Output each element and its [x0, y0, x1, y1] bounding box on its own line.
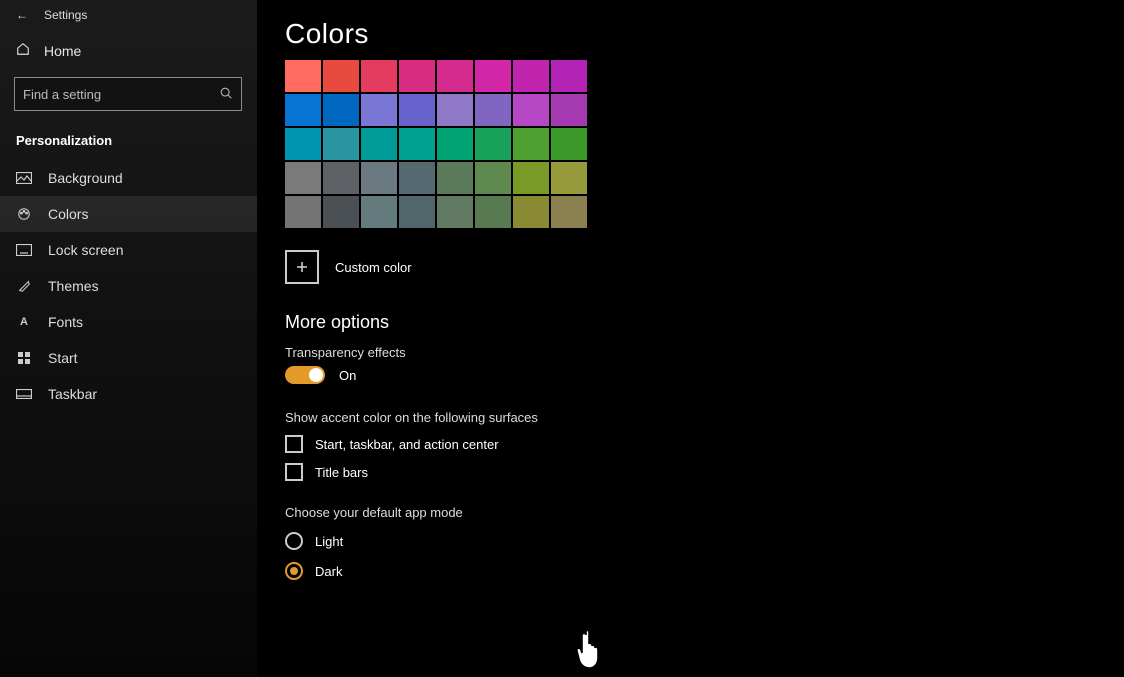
color-swatch[interactable]	[361, 60, 397, 92]
transparency-label: Transparency effects	[285, 345, 1124, 360]
app-mode-label: Choose your default app mode	[285, 505, 1124, 520]
app-title: Settings	[44, 8, 87, 22]
search-placeholder: Find a setting	[23, 87, 219, 102]
color-swatch[interactable]	[475, 94, 511, 126]
sidebar-item-fonts[interactable]: A Fonts	[0, 304, 257, 340]
color-swatch[interactable]	[437, 196, 473, 228]
sidebar-item-lockscreen[interactable]: Lock screen	[0, 232, 257, 268]
home-nav[interactable]: Home	[0, 34, 257, 77]
sidebar: ← Settings Home Find a setting Personali…	[0, 0, 257, 677]
radio-icon	[285, 532, 303, 550]
color-swatch[interactable]	[513, 94, 549, 126]
color-swatch[interactable]	[285, 162, 321, 194]
custom-color-button[interactable]	[285, 250, 319, 284]
home-label: Home	[44, 43, 81, 59]
sidebar-item-start[interactable]: Start	[0, 340, 257, 376]
color-swatch[interactable]	[399, 128, 435, 160]
color-swatch[interactable]	[399, 196, 435, 228]
color-swatch[interactable]	[513, 128, 549, 160]
lockscreen-icon	[16, 242, 32, 258]
back-icon[interactable]: ←	[16, 8, 28, 22]
radio-icon	[285, 562, 303, 580]
fonts-icon: A	[16, 314, 32, 330]
sidebar-item-label: Colors	[48, 206, 88, 222]
custom-color-label: Custom color	[335, 260, 412, 275]
color-swatch[interactable]	[475, 196, 511, 228]
app-mode-radio-dark[interactable]: Dark	[285, 562, 1124, 580]
color-swatch[interactable]	[399, 162, 435, 194]
search-icon	[219, 86, 233, 103]
themes-icon	[16, 278, 32, 294]
color-swatch[interactable]	[323, 128, 359, 160]
accent-checkbox-titlebars[interactable]: Title bars	[285, 463, 1124, 481]
color-swatch[interactable]	[361, 94, 397, 126]
color-swatch[interactable]	[285, 196, 321, 228]
sidebar-item-label: Start	[48, 350, 78, 366]
color-swatch[interactable]	[285, 60, 321, 92]
color-swatch[interactable]	[551, 94, 587, 126]
color-swatch[interactable]	[551, 196, 587, 228]
color-swatch[interactable]	[361, 196, 397, 228]
color-swatch[interactable]	[399, 94, 435, 126]
sidebar-item-colors[interactable]: Colors	[0, 196, 257, 232]
transparency-state: On	[339, 368, 356, 383]
color-swatch[interactable]	[437, 128, 473, 160]
search-input[interactable]: Find a setting	[14, 77, 242, 111]
color-swatch[interactable]	[285, 94, 321, 126]
color-swatch[interactable]	[437, 162, 473, 194]
color-swatch[interactable]	[361, 162, 397, 194]
color-swatch[interactable]	[513, 162, 549, 194]
color-swatch-grid	[285, 60, 1124, 228]
home-icon	[16, 42, 30, 59]
sidebar-item-background[interactable]: Background	[0, 160, 257, 196]
main-content: Colors Custom color More options Transpa…	[257, 0, 1124, 677]
sidebar-item-themes[interactable]: Themes	[0, 268, 257, 304]
checkbox-label: Title bars	[315, 465, 368, 480]
nav-list: Background Colors Lock screen Themes A F…	[0, 160, 257, 412]
background-icon	[16, 170, 32, 186]
color-swatch[interactable]	[323, 162, 359, 194]
sidebar-item-label: Fonts	[48, 314, 83, 330]
color-swatch[interactable]	[475, 60, 511, 92]
checkbox-icon	[285, 435, 303, 453]
sidebar-item-label: Background	[48, 170, 123, 186]
app-mode-radio-light[interactable]: Light	[285, 532, 1124, 550]
accent-surfaces-label: Show accent color on the following surfa…	[285, 410, 1124, 425]
color-swatch[interactable]	[513, 196, 549, 228]
color-swatch[interactable]	[323, 94, 359, 126]
page-title: Colors	[285, 18, 1124, 50]
colors-icon	[16, 206, 32, 222]
color-swatch[interactable]	[285, 128, 321, 160]
start-icon	[16, 350, 32, 366]
color-swatch[interactable]	[323, 196, 359, 228]
color-swatch[interactable]	[399, 60, 435, 92]
sidebar-item-label: Themes	[48, 278, 99, 294]
radio-label: Dark	[315, 564, 342, 579]
color-swatch[interactable]	[323, 60, 359, 92]
more-options-header: More options	[285, 312, 1124, 333]
color-swatch[interactable]	[437, 60, 473, 92]
checkbox-icon	[285, 463, 303, 481]
color-swatch[interactable]	[551, 128, 587, 160]
color-swatch[interactable]	[475, 162, 511, 194]
color-swatch[interactable]	[361, 128, 397, 160]
section-header: Personalization	[0, 127, 257, 154]
color-swatch[interactable]	[475, 128, 511, 160]
sidebar-item-label: Lock screen	[48, 242, 123, 258]
sidebar-item-taskbar[interactable]: Taskbar	[0, 376, 257, 412]
color-swatch[interactable]	[513, 60, 549, 92]
taskbar-icon	[16, 386, 32, 402]
color-swatch[interactable]	[551, 60, 587, 92]
color-swatch[interactable]	[551, 162, 587, 194]
cursor-hand-icon	[572, 628, 606, 675]
radio-label: Light	[315, 534, 343, 549]
accent-checkbox-start[interactable]: Start, taskbar, and action center	[285, 435, 1124, 453]
color-swatch[interactable]	[437, 94, 473, 126]
transparency-toggle[interactable]	[285, 366, 325, 384]
sidebar-item-label: Taskbar	[48, 386, 97, 402]
checkbox-label: Start, taskbar, and action center	[315, 437, 499, 452]
